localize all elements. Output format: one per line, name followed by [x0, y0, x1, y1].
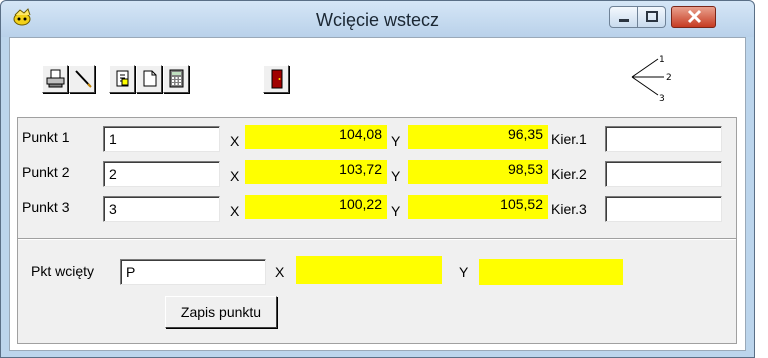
close-icon — [687, 9, 702, 24]
point-1-x-value: 104,08 — [245, 125, 387, 149]
panel-divider — [18, 238, 736, 240]
point-1-y-value: 96,35 — [408, 125, 548, 149]
new-document-icon — [143, 70, 157, 87]
save-point-button[interactable]: Zapis punktu — [165, 296, 277, 328]
copy-document-icon — [116, 70, 129, 87]
result-point-label: Pkt wcięty — [31, 263, 95, 279]
calculator-icon — [169, 69, 184, 88]
minimize-button[interactable] — [609, 6, 638, 28]
point-2-y-label: Y — [391, 168, 401, 184]
exit-button[interactable] — [263, 65, 289, 93]
minimize-icon — [619, 19, 629, 22]
point-3-x-label: X — [230, 203, 240, 219]
point-1-direction-label: Kier.1 — [551, 131, 587, 147]
point-2-y-value: 98,53 — [408, 160, 548, 184]
point-3-direction-input[interactable] — [605, 196, 722, 222]
point-2-direction-label: Kier.2 — [551, 166, 587, 182]
result-x-label: X — [275, 264, 285, 280]
calculator-button[interactable] — [163, 65, 189, 93]
point-3-number-input[interactable]: 3 — [103, 196, 220, 222]
point-3-direction-label: Kier.3 — [551, 201, 587, 217]
angle-label-2: 2 — [666, 73, 672, 83]
point-2-x-label: X — [230, 168, 240, 184]
title-bar[interactable]: Wcięcie wstecz — [1, 1, 754, 37]
point-2-number-input[interactable]: 2 — [103, 161, 220, 187]
angle-label-1: 1 — [659, 55, 665, 65]
point-2-label: Punkt 2 — [22, 164, 70, 180]
point-3-x-value: 100,22 — [245, 195, 387, 219]
new-button[interactable] — [136, 65, 162, 93]
input-panel: Punkt 1 1 X 104,08 Y 96,35 Kier.1 Punkt … — [17, 117, 737, 344]
result-y-value — [479, 259, 623, 285]
edit-button[interactable] — [69, 65, 95, 93]
printer-icon — [46, 69, 65, 88]
close-button[interactable] — [671, 6, 716, 28]
print-button[interactable] — [42, 65, 68, 93]
point-3-y-value: 105,52 — [408, 195, 548, 219]
result-point-input[interactable]: P — [120, 259, 266, 285]
result-y-label: Y — [459, 264, 469, 280]
point-1-direction-input[interactable] — [605, 126, 722, 152]
app-window: Wcięcie wstecz 1 2 3 Punkt 1 1 X 104,08 … — [0, 0, 755, 358]
point-2-direction-input[interactable] — [605, 161, 722, 187]
point-2-x-value: 103,72 — [245, 160, 387, 184]
maximize-icon — [646, 11, 658, 22]
pencil-icon — [75, 70, 92, 88]
angle-label-3: 3 — [659, 94, 665, 103]
point-1-x-label: X — [230, 133, 240, 149]
point-3-label: Punkt 3 — [22, 199, 70, 215]
point-3-y-label: Y — [391, 203, 401, 219]
point-1-number-input[interactable]: 1 — [103, 126, 220, 152]
maximize-button[interactable] — [638, 6, 666, 28]
point-1-label: Punkt 1 — [22, 129, 70, 145]
copy-button[interactable] — [109, 65, 135, 93]
exit-door-icon — [271, 69, 283, 89]
client-area: 1 2 3 Punkt 1 1 X 104,08 Y 96,35 Kier.1 … — [9, 37, 746, 351]
toolbar: 1 2 3 — [10, 38, 745, 110]
point-1-y-label: Y — [391, 133, 401, 149]
resection-angle-icon: 1 2 3 — [631, 55, 672, 103]
result-x-value — [296, 256, 442, 284]
